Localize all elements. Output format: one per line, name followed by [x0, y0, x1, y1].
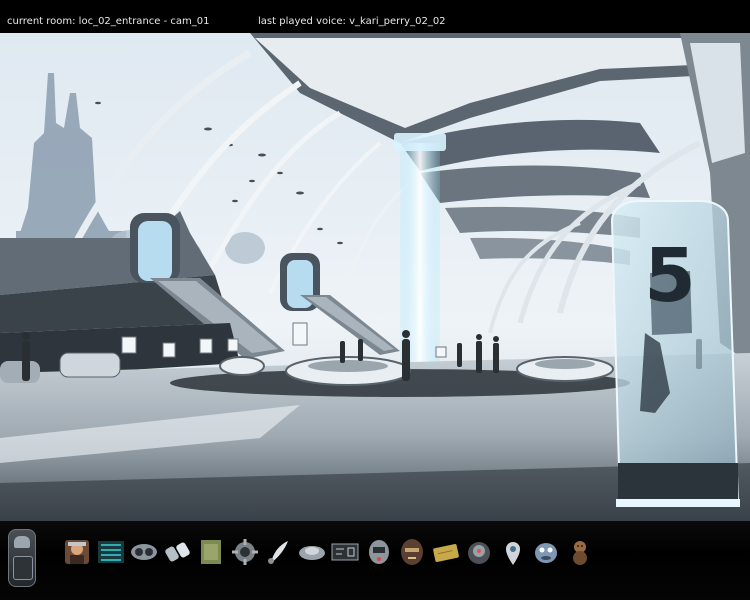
control-panel-icon[interactable]	[330, 537, 360, 567]
gear-device-icon[interactable]	[230, 537, 260, 567]
last-voice-label: last played voice: v_kari_perry_02_02	[258, 16, 446, 27]
location-pin-icon[interactable]	[498, 537, 528, 567]
number-sign[interactable]: 5	[610, 200, 740, 507]
goggles-icon[interactable]	[129, 537, 159, 567]
round-gadget-icon[interactable]	[464, 537, 494, 567]
helmet-portrait-icon[interactable]	[62, 537, 92, 567]
circuit-board-icon[interactable]	[96, 537, 126, 567]
mask-icon[interactable]	[397, 537, 427, 567]
game-scene[interactable]: 5	[0, 33, 750, 521]
current-room-label: current room: loc_02_entrance - cam_01	[7, 16, 210, 27]
creature-icon[interactable]	[531, 537, 561, 567]
feather-pen-icon[interactable]	[263, 537, 293, 567]
sign-number: 5	[644, 233, 696, 319]
robot-head-icon[interactable]	[364, 537, 394, 567]
inventory-bar	[0, 521, 750, 600]
inventory-menu-icon[interactable]	[8, 529, 36, 587]
ring-parts-icon[interactable]	[163, 537, 193, 567]
disc-device-icon[interactable]	[297, 537, 327, 567]
doll-icon[interactable]	[565, 537, 595, 567]
scene-illustration: 5	[0, 33, 750, 521]
hud-bar: current room: loc_02_entrance - cam_01 l…	[0, 0, 750, 33]
notebook-icon[interactable]	[196, 537, 226, 567]
gold-card-icon[interactable]	[431, 537, 461, 567]
